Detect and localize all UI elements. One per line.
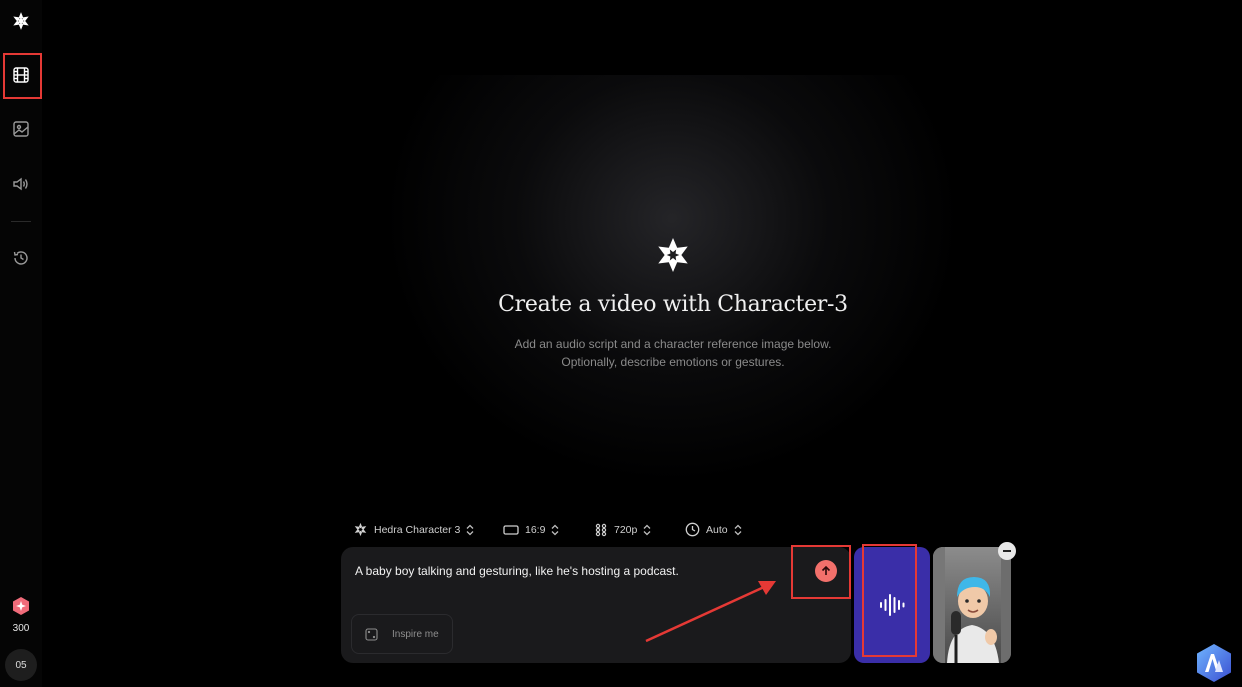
history-icon [13, 251, 28, 265]
character-image-card[interactable] [933, 547, 1011, 663]
subtitle-line-1: Add an audio script and a character refe… [514, 337, 832, 351]
hero-glow [382, 75, 962, 485]
chevron-updown-icon [643, 524, 651, 535]
credits-count: 300 [12, 623, 30, 634]
duration-label: Auto [706, 523, 728, 536]
sidebar: 300 05 [0, 0, 42, 687]
hedra-model-icon [354, 522, 367, 537]
aspect-ratio-label: 16:9 [525, 523, 546, 536]
speaker-icon [13, 177, 28, 191]
chevron-updown-icon [734, 524, 742, 535]
credits-icon[interactable] [11, 596, 31, 616]
sidebar-divider [11, 221, 31, 222]
model-select[interactable]: Hedra Character 3 [353, 521, 474, 538]
subtitle-line-2: Optionally, describe emotions or gesture… [561, 355, 785, 369]
annotation-arrow [645, 581, 776, 643]
dice-icon [365, 627, 378, 641]
duration-select[interactable]: Auto [685, 521, 742, 538]
clock-icon [685, 522, 700, 537]
app-root: 300 05 Create a video with Character-3 A… [0, 0, 1242, 687]
aspect-ratio-icon [503, 524, 519, 535]
avatar[interactable]: 05 [5, 649, 37, 681]
sidebar-item-image[interactable] [10, 118, 32, 140]
sidebar-item-history[interactable] [10, 247, 32, 269]
aspect-ratio-select[interactable]: 16:9 [503, 521, 559, 538]
chevron-updown-icon [551, 524, 559, 535]
chevron-updown-icon [466, 524, 474, 535]
inspire-me-button[interactable]: Inspire me [351, 614, 453, 654]
app-logo-icon[interactable] [1195, 643, 1233, 683]
remove-image-button[interactable] [998, 542, 1016, 560]
character-photo [933, 547, 1011, 663]
model-label: Hedra Character 3 [374, 523, 461, 536]
audio-card[interactable] [854, 547, 930, 663]
hedra-hero-logo-icon [658, 238, 688, 272]
sidebar-item-video[interactable] [10, 64, 32, 86]
resolution-select[interactable]: 720p [594, 521, 651, 538]
page-title: Create a video with Character-3 [498, 292, 848, 317]
resolution-icon [595, 523, 607, 536]
film-icon [13, 67, 29, 83]
inspire-me-label: Inspire me [392, 628, 439, 640]
arrow-up-icon [821, 565, 831, 575]
image-icon [13, 121, 29, 137]
waveform-icon [880, 594, 905, 616]
page-subtitle: Add an audio script and a character refe… [473, 335, 873, 371]
hedra-logo-icon[interactable] [10, 10, 32, 32]
resolution-label: 720p [614, 523, 638, 536]
send-button[interactable] [815, 560, 837, 582]
sidebar-item-audio[interactable] [10, 173, 32, 195]
minus-icon [1003, 550, 1011, 552]
